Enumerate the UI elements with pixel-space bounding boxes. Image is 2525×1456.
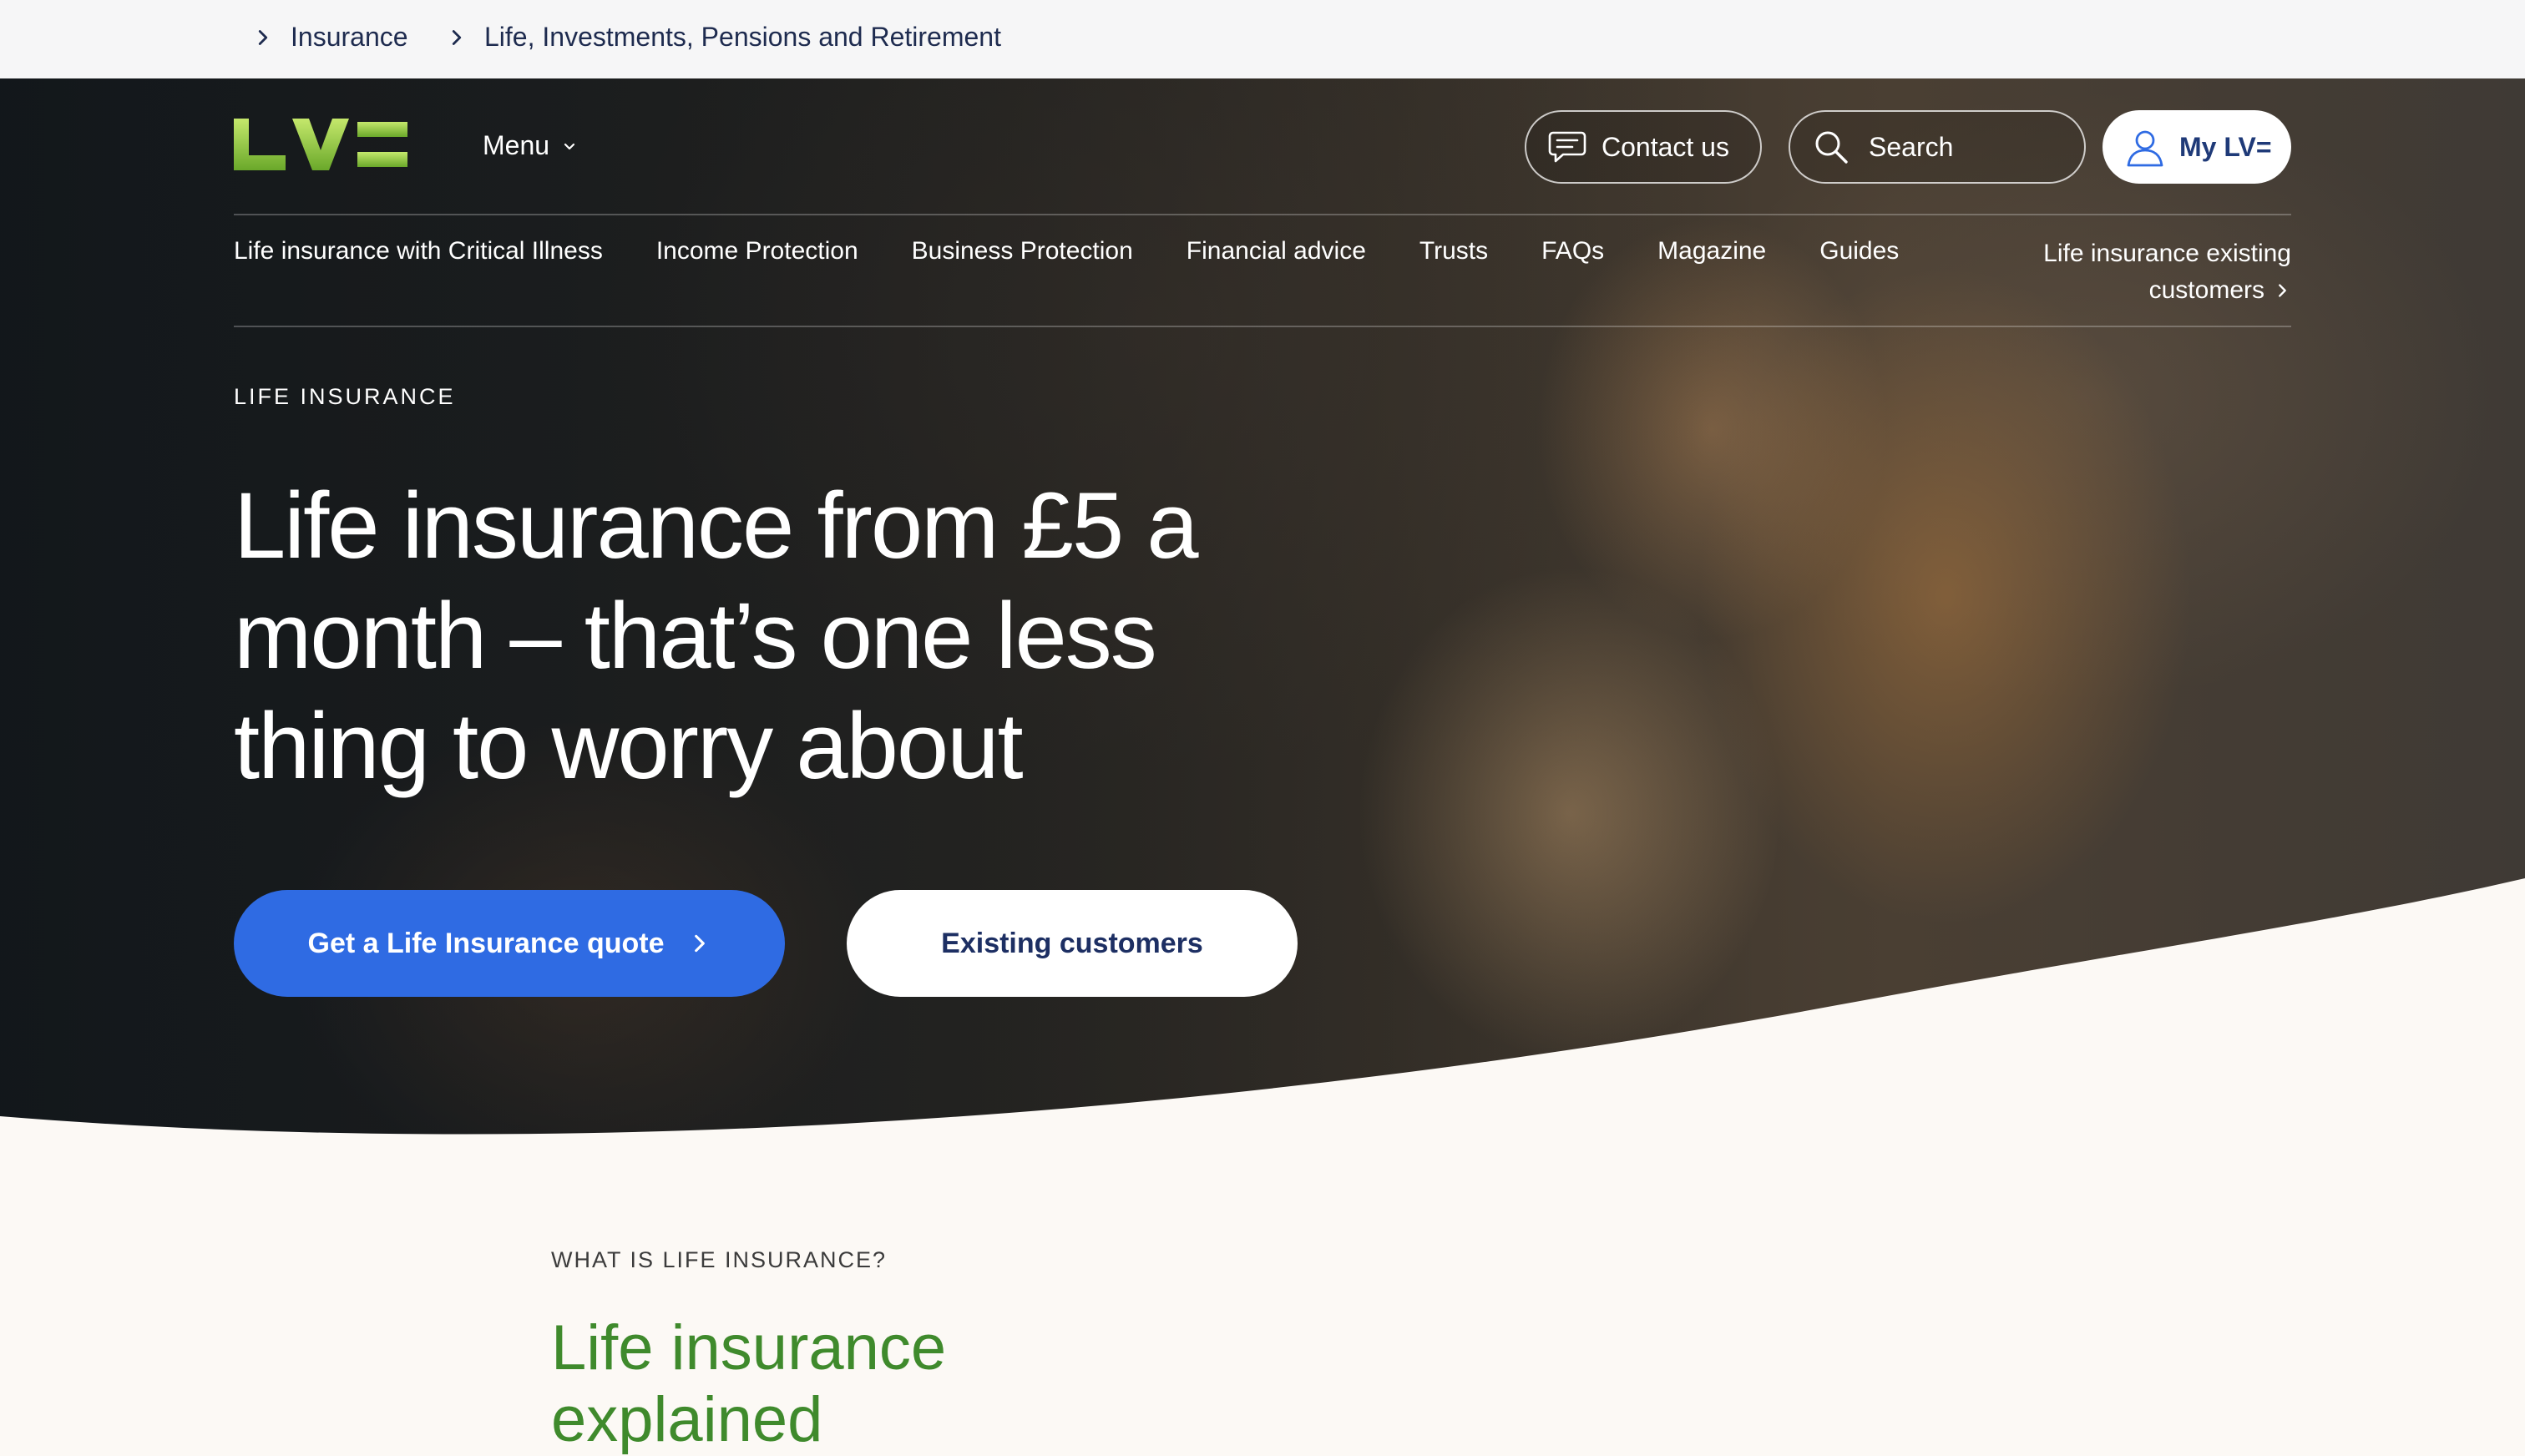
subnav-item-faqs[interactable]: FAQs	[1541, 237, 1604, 265]
subnav-item-trusts[interactable]: Trusts	[1419, 237, 1488, 265]
contact-us-button[interactable]: Contact us	[1525, 110, 1762, 184]
chevron-right-icon	[258, 29, 268, 45]
user-icon	[2127, 130, 2163, 167]
subnav-item-guides[interactable]: Guides	[1819, 237, 1899, 265]
subnav-item-financial-advice[interactable]: Financial advice	[1187, 237, 1366, 265]
subnav-item-income-protection[interactable]: Income Protection	[656, 237, 858, 265]
existing-customers-line-2: customers	[2148, 276, 2264, 304]
get-quote-label: Get a Life Insurance quote	[307, 927, 665, 959]
search-icon	[1815, 131, 1848, 164]
section-eyebrow: WHAT IS LIFE INSURANCE?	[551, 1247, 888, 1272]
menu-button[interactable]: Menu	[483, 130, 579, 161]
my-lv-label: My LV=	[2179, 131, 2272, 162]
existing-customers-line-1: Life insurance existing	[2043, 240, 2291, 267]
breadcrumb-label: Insurance	[291, 22, 408, 52]
chevron-down-icon	[564, 143, 575, 149]
subnav-divider	[234, 326, 2291, 327]
breadcrumb-item-life-investments[interactable]: Life, Investments, Pensions and Retireme…	[444, 22, 1001, 53]
chevron-right-icon	[695, 934, 706, 953]
my-lv-button[interactable]: My LV=	[2102, 110, 2291, 184]
header-divider	[234, 214, 2291, 215]
get-quote-button[interactable]: Get a Life Insurance quote	[234, 890, 785, 997]
menu-label: Menu	[483, 130, 550, 160]
chevron-right-icon	[452, 29, 462, 45]
search-input[interactable]	[1867, 130, 2054, 164]
chat-bubble-icon	[1548, 131, 1586, 163]
breadcrumb: Insurance Life, Investments, Pensions an…	[0, 0, 2525, 79]
hero-eyebrow: LIFE INSURANCE	[234, 384, 456, 409]
hero-title: Life insurance from £5 a month – that’s …	[234, 473, 1199, 798]
existing-customers-link[interactable]: Life insurance existing customers	[2007, 235, 2291, 309]
breadcrumb-label: Life, Investments, Pensions and Retireme…	[484, 22, 1001, 52]
chevron-right-icon	[2279, 284, 2286, 297]
subnav-item-magazine[interactable]: Magazine	[1657, 237, 1766, 265]
lv-logo[interactable]	[234, 119, 407, 170]
existing-customers-button[interactable]: Existing customers	[847, 890, 1298, 997]
contact-us-label: Contact us	[1602, 131, 1729, 162]
search-field[interactable]	[1789, 110, 2086, 184]
subnav-item-critical-illness[interactable]: Life insurance with Critical Illness	[234, 237, 603, 265]
existing-customers-label: Existing customers	[941, 927, 1203, 959]
breadcrumb-item-insurance[interactable]: Insurance	[250, 22, 408, 53]
section-title: Life insurance explained	[551, 1312, 947, 1455]
product-subnav: Life insurance with Critical Illness Inc…	[234, 237, 1899, 265]
subnav-item-business-protection[interactable]: Business Protection	[912, 237, 1133, 265]
hero-banner: Menu Contact us My LV= Life insurance wi…	[0, 78, 2525, 1147]
